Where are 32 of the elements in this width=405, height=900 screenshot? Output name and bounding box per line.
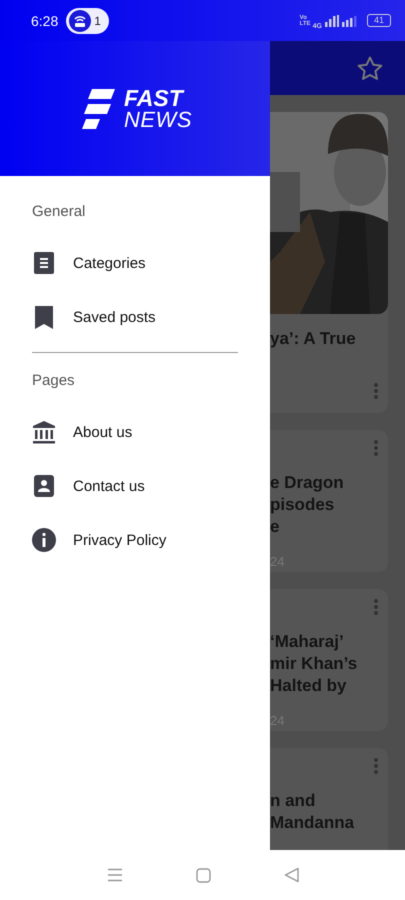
bank-icon	[32, 420, 56, 444]
card-title: e Dragon pisodes e	[270, 472, 345, 538]
contact-icon	[32, 474, 56, 498]
bookmark-icon	[32, 305, 56, 329]
back-icon[interactable]	[284, 867, 298, 883]
hotspot-icon	[69, 10, 92, 32]
card-title: n and Mandanna	[270, 790, 356, 834]
home-icon[interactable]	[196, 868, 210, 882]
logo-icon	[82, 88, 116, 130]
menu-icon[interactable]	[106, 868, 122, 882]
clock: 6:28	[31, 12, 58, 28]
signal-icon	[324, 14, 339, 26]
logo-subtitle: NEWS	[124, 108, 192, 130]
drawer-item[interactable]: Saved posts	[32, 290, 238, 344]
more-options-icon[interactable]	[374, 440, 378, 456]
section-title: General	[32, 202, 86, 222]
drawer-item[interactable]: Contact us	[32, 459, 238, 513]
more-options-icon[interactable]	[374, 758, 378, 774]
card-title: ya’: A True	[270, 328, 357, 350]
drawer-item[interactable]: Privacy Policy	[32, 513, 238, 567]
card-title: ‘Maharaj’ mir Khan’s Halted by	[270, 631, 358, 697]
star-icon[interactable]	[357, 56, 383, 80]
section-title: Pages	[32, 371, 76, 391]
more-options-icon[interactable]	[374, 383, 378, 399]
battery-indicator: 41	[366, 14, 391, 27]
more-options-icon[interactable]	[374, 599, 378, 615]
info-icon	[32, 528, 56, 552]
hotspot-chip[interactable]: 1	[66, 8, 109, 34]
drawer-item[interactable]: Categories	[32, 236, 238, 290]
drawer-item[interactable]: About us	[32, 405, 238, 459]
logo-title: FAST	[124, 86, 186, 108]
list-icon	[32, 251, 56, 275]
